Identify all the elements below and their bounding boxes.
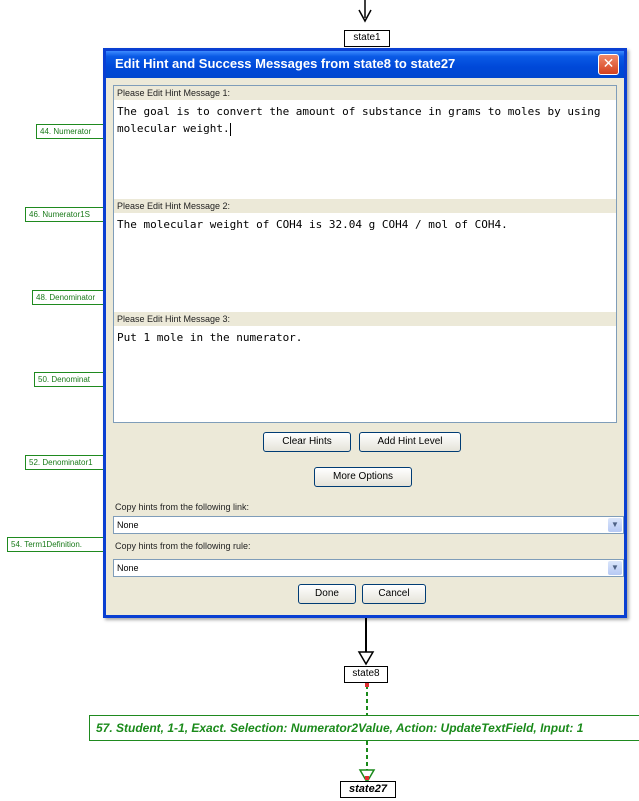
hint-2-text: The molecular weight of COH4 is 32.04 g … [117,218,508,231]
edge-label-50[interactable]: 50. Denominat [34,372,110,387]
hint-3-textarea[interactable]: Put 1 mole in the numerator. [117,329,612,346]
dialog-titlebar[interactable]: Edit Hint and Success Messages from stat… [106,51,624,78]
text-caret [229,122,231,136]
copy-rule-select[interactable]: None ▼ [113,559,624,577]
hint-1-text: The goal is to convert the amount of sub… [117,105,608,135]
hint-2-textarea[interactable]: The molecular weight of COH4 is 32.04 g … [117,216,612,233]
edit-hints-dialog: Edit Hint and Success Messages from stat… [103,48,627,618]
edge-label-44[interactable]: 44. Numerator [36,124,110,139]
add-hint-level-button[interactable]: Add Hint Level [359,432,461,452]
close-button[interactable]: ✕ [598,54,619,75]
copy-rule-label: Copy hints from the following rule: [115,541,251,551]
state-node-bottom[interactable]: state27 [340,781,396,798]
hint-1-label: Please Edit Hint Message 1: [114,86,616,100]
chevron-down-icon[interactable]: ▼ [608,561,622,575]
more-options-button[interactable]: More Options [314,467,412,487]
copy-link-select[interactable]: None ▼ [113,516,624,534]
edge-label-46[interactable]: 46. Numerator1S [25,207,110,222]
edge-label-54[interactable]: 54. Term1Definition. [7,537,110,552]
close-icon: ✕ [602,56,615,72]
edge-label-48[interactable]: 48. Denominator [32,290,110,305]
done-button[interactable]: Done [298,584,356,604]
hint-3-label: Please Edit Hint Message 3: [114,312,616,326]
hint-messages-panel: Please Edit Hint Message 1: The goal is … [113,85,617,423]
chevron-down-icon[interactable]: ▼ [608,518,622,532]
hint-1-textarea[interactable]: The goal is to convert the amount of sub… [117,103,612,137]
cancel-button[interactable]: Cancel [362,584,426,604]
edge-label-57[interactable]: 57. Student, 1-1, Exact. Selection: Nume… [89,715,639,741]
copy-link-value: None [117,520,139,530]
clear-hints-button[interactable]: Clear Hints [263,432,351,452]
hint-3-text: Put 1 mole in the numerator. [117,331,303,344]
state-node-top[interactable]: state1 [344,30,390,47]
copy-link-label: Copy hints from the following link: [115,502,250,512]
edge-label-52[interactable]: 52. Denominator1 [25,455,110,470]
dialog-title: Edit Hint and Success Messages from stat… [115,56,456,71]
state-node-mid[interactable]: state8 [344,666,388,683]
hint-2-label: Please Edit Hint Message 2: [114,199,616,213]
copy-rule-value: None [117,563,139,573]
